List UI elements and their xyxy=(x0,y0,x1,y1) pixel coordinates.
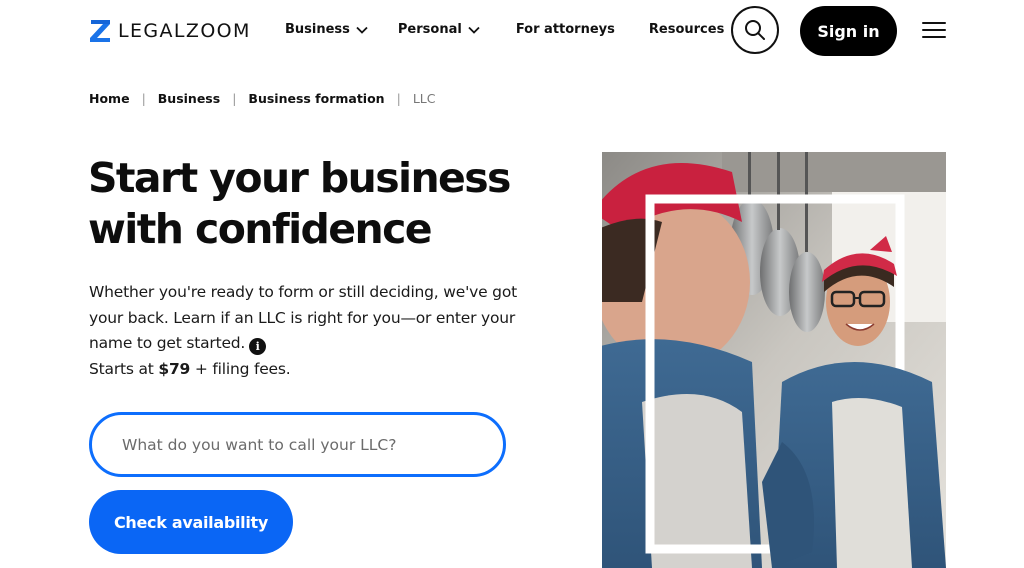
description-text: Whether you're ready to form or still de… xyxy=(89,283,517,352)
site-header: LEGALZOOM Business Personal For attorney… xyxy=(0,0,1024,62)
breadcrumb-business-formation[interactable]: Business formation xyxy=(248,91,384,106)
check-availability-button[interactable]: Check availability xyxy=(89,490,293,554)
hamburger-menu-icon[interactable] xyxy=(922,22,946,40)
title-line-1: Start your business xyxy=(88,154,511,202)
breadcrumb-business[interactable]: Business xyxy=(158,91,220,106)
search-button[interactable] xyxy=(731,6,779,54)
logo-text: LEGALZOOM xyxy=(118,20,251,42)
title-line-2: with confidence xyxy=(88,205,433,253)
llc-name-input[interactable] xyxy=(89,412,506,477)
breadcrumb-separator: | xyxy=(232,91,237,106)
nav-resources-label: Resources xyxy=(648,22,725,37)
chevron-down-icon xyxy=(468,26,480,34)
breadcrumb: Home | Business | Business formation | L… xyxy=(89,91,435,106)
hero-description: Whether you're ready to form or still de… xyxy=(89,280,519,382)
nav-for-attorneys[interactable]: For attorneys xyxy=(516,22,615,37)
kitchen-workers-image xyxy=(602,152,946,568)
info-icon[interactable]: i xyxy=(249,338,267,356)
price-prefix: Starts at xyxy=(89,359,159,378)
breadcrumb-home[interactable]: Home xyxy=(89,91,130,106)
price-line: Starts at $79 + filing fees. xyxy=(89,357,519,383)
sign-in-button[interactable]: Sign in xyxy=(800,6,897,56)
nav-business[interactable]: Business xyxy=(285,22,368,37)
nav-resources[interactable]: Resources xyxy=(649,22,724,37)
nav-personal-label: Personal xyxy=(397,22,462,37)
breadcrumb-separator: | xyxy=(396,91,401,106)
legalzoom-logo[interactable]: LEGALZOOM xyxy=(89,19,251,43)
page-title: Start your business with confidence xyxy=(88,153,548,255)
main-nav: Business Personal For attorneys Resource… xyxy=(285,22,724,37)
breadcrumb-llc: LLC xyxy=(412,91,436,106)
hero-photo xyxy=(602,152,946,568)
nav-personal[interactable]: Personal xyxy=(398,22,480,37)
nav-business-label: Business xyxy=(285,22,350,37)
price-value: $79 xyxy=(158,359,191,378)
breadcrumb-separator: | xyxy=(141,91,146,106)
search-icon xyxy=(745,20,765,40)
logo-z-icon xyxy=(90,20,110,42)
nav-for-attorneys-label: For attorneys xyxy=(515,22,615,37)
price-suffix: + filing fees. xyxy=(190,359,291,378)
chevron-down-icon xyxy=(356,26,368,34)
